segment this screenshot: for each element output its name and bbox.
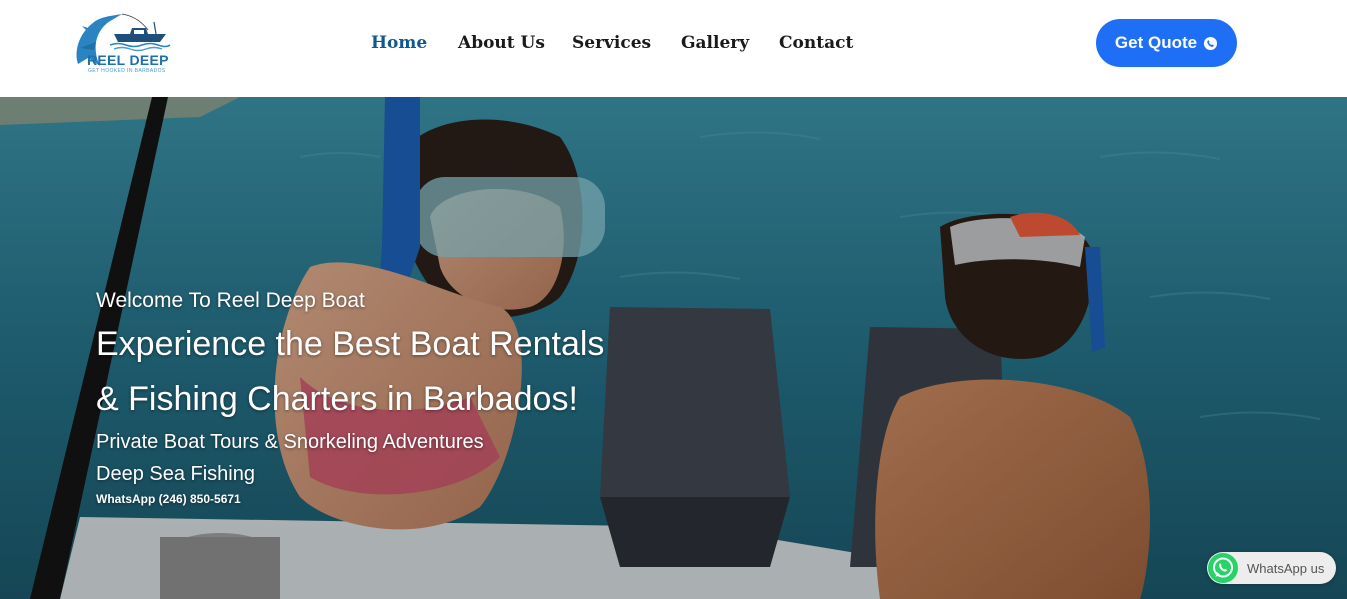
- nav-item-gallery[interactable]: Gallery: [681, 33, 749, 53]
- nav-item-services[interactable]: Services: [572, 33, 651, 53]
- get-quote-label: Get Quote: [1114, 33, 1198, 52]
- nav-item-contact[interactable]: Contact: [779, 33, 853, 53]
- hero-welcome: Welcome To Reel Deep Boat: [96, 289, 365, 312]
- brand-name: REEL DEEP: [87, 52, 169, 68]
- whatsapp-icon: [1204, 36, 1218, 50]
- whatsapp-us-button[interactable]: WhatsApp us: [1207, 552, 1336, 584]
- hero-whatsapp-phone[interactable]: WhatsApp (246) 850-5671: [96, 492, 241, 506]
- hero-section: Welcome To Reel Deep Boat Experience the…: [0, 97, 1347, 599]
- brand-tagline: GET HOOKED IN BARBADOS: [88, 68, 166, 74]
- hero-title-line-2: & Fishing Charters in Barbados!: [96, 380, 578, 418]
- whatsapp-icon: [1208, 553, 1238, 583]
- site-header: REEL DEEP GET HOOKED IN BARBADOS Home Ab…: [0, 0, 1347, 97]
- whatsapp-us-label: WhatsApp us: [1247, 561, 1325, 576]
- hero-subtitle-tours: Private Boat Tours & Snorkeling Adventur…: [96, 431, 484, 453]
- hero-title-line-1: Experience the Best Boat Rentals: [96, 325, 605, 363]
- hero-subtitle-fishing: Deep Sea Fishing: [96, 463, 255, 485]
- brand-logo[interactable]: REEL DEEP GET HOOKED IN BARBADOS: [70, 12, 174, 78]
- get-quote-button[interactable]: Get Quote: [1096, 19, 1237, 67]
- nav-item-about-us[interactable]: About Us: [458, 33, 545, 53]
- nav-item-home[interactable]: Home: [371, 33, 427, 53]
